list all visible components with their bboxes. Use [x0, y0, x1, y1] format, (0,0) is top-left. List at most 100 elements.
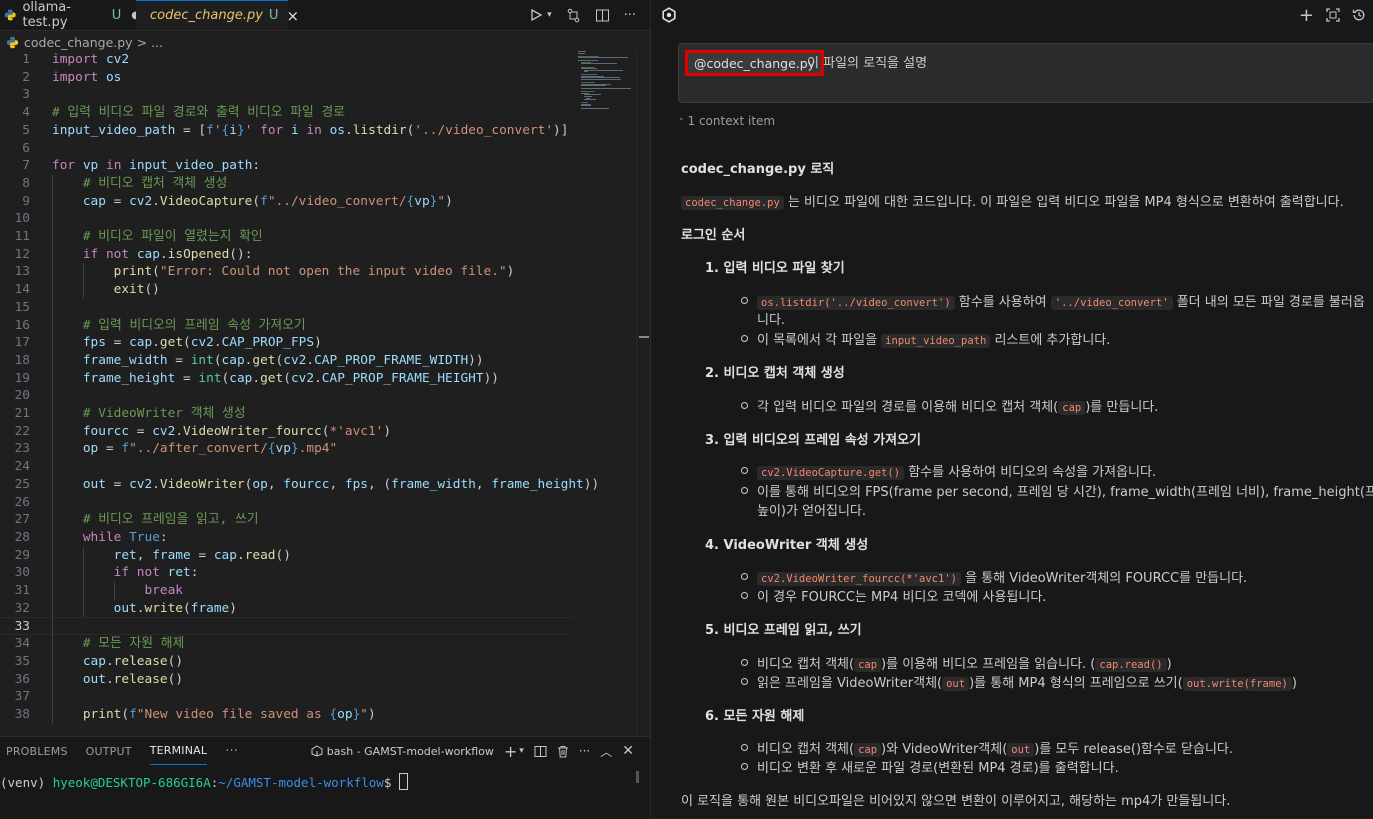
code-line[interactable]: 29 ret, frame = cap.read(): [0, 547, 572, 565]
chevron-down-icon: ˅: [679, 118, 684, 128]
breadcrumb-symbols[interactable]: ...: [151, 35, 163, 50]
code-line[interactable]: 32 out.write(frame): [0, 600, 572, 618]
code-line[interactable]: 24: [0, 458, 572, 476]
more-actions-icon[interactable]: ···: [624, 8, 636, 23]
code-line[interactable]: 4 # 입력 비디오 파일 경로와 출력 비디오 파일 경로: [0, 104, 572, 122]
code-line[interactable]: 36 out.release(): [0, 671, 572, 689]
code-line[interactable]: 26: [0, 494, 572, 512]
minimap-line: [578, 52, 585, 54]
maximize-panel-icon[interactable]: ︿: [600, 743, 612, 760]
list-item: 읽은 프레임을 VideoWriter객체(out)를 통해 MP4 형식의 프…: [741, 672, 1297, 691]
line-number: 7: [22, 158, 30, 174]
code-line[interactable]: 27 # 비디오 프레임을 읽고, 쓰기: [0, 511, 572, 529]
code-line[interactable]: 10: [0, 210, 572, 228]
tab-terminal[interactable]: TERMINAL: [149, 737, 208, 765]
chat-input-box[interactable]: @codec_change.py 이 파일의 로직을 설명: [678, 43, 1373, 103]
terminal-prompt[interactable]: (venv) hyeok@DESKTOP-686GI6A:~/GAMST-mod…: [0, 773, 408, 790]
response-intro: codec_change.py 는 비디오 파일에 대한 코드입니다. 이 파일…: [681, 191, 1344, 210]
split-editor-icon[interactable]: [595, 8, 610, 23]
list-text: )와 VideoWriter객체(: [881, 742, 1008, 757]
line-number: 1: [22, 52, 30, 67]
line-number: 30: [14, 565, 30, 581]
code-text: # 비디오 파일이 열렸는지 확인: [82, 229, 263, 244]
line-number: 10: [14, 211, 30, 227]
code-line[interactable]: 15: [0, 299, 572, 317]
inline-code: cap: [1058, 401, 1086, 415]
terminal-icon: [311, 745, 323, 757]
new-chat-icon[interactable]: +: [1299, 5, 1314, 26]
expand-icon[interactable]: [1326, 8, 1340, 22]
line-number: 11: [14, 229, 30, 244]
code-line[interactable]: 31 break: [0, 582, 572, 600]
code-line[interactable]: 35 cap.release(): [0, 653, 572, 671]
code-line[interactable]: 19 frame_height = int(cap.get(cv2.CAP_PR…: [0, 370, 572, 388]
terminal-cursor: [398, 773, 408, 790]
history-icon[interactable]: [1352, 8, 1366, 22]
code-line[interactable]: 11 # 비디오 파일이 열렸는지 확인: [0, 228, 572, 246]
code-line[interactable]: 34 # 모든 자원 해제: [0, 635, 572, 653]
split-terminal-icon[interactable]: [534, 745, 547, 758]
new-terminal-icon[interactable]: +: [504, 742, 517, 761]
code-line[interactable]: 38 print(f"New video file saved as {op}"…: [0, 706, 572, 724]
close-icon[interactable]: ×: [286, 7, 299, 25]
code-text: # 비디오 프레임을 읽고, 쓰기: [82, 512, 259, 528]
code-line[interactable]: 9 cap = cv2.VideoCapture(f"../video_conv…: [0, 193, 572, 211]
breadcrumb: codec_change.py > ...: [0, 32, 163, 52]
editor-scrollbar[interactable]: [636, 51, 651, 736]
code-text: ret, frame = cap.read(): [113, 547, 291, 563]
code-line[interactable]: 1 import cv2: [0, 51, 572, 69]
code-text: op = f"../after_convert/{vp}.mp4": [82, 441, 338, 457]
code-line[interactable]: 3: [0, 86, 572, 104]
list-item: cv2.VideoCapture.get() 함수를 사용하여 비디오의 속성을…: [741, 461, 1156, 480]
chevron-down-icon[interactable]: ▾: [547, 10, 552, 20]
code-text: cap = cv2.VideoCapture(f"../video_conver…: [82, 193, 453, 209]
list-item: 비디오 캡처 객체(cap)를 이용해 비디오 프레임을 읽습니다. (cap.…: [741, 653, 1172, 672]
code-line[interactable]: 37: [0, 688, 572, 706]
compare-changes-icon[interactable]: [566, 8, 581, 23]
file-mention-chip[interactable]: @codec_change.py: [685, 50, 825, 76]
code-line[interactable]: 13 print("Error: Could not open the inpu…: [0, 263, 572, 281]
tab-codec-change[interactable]: codec_change.py U ×: [136, 0, 299, 30]
chevron-down-icon[interactable]: ▾: [519, 746, 524, 756]
code-line[interactable]: 18 frame_width = int(cap.get(cv2.CAP_PRO…: [0, 352, 572, 370]
breadcrumb-file[interactable]: codec_change.py: [24, 35, 133, 50]
inline-code: cap: [854, 743, 882, 757]
code-line[interactable]: 6: [0, 140, 572, 158]
minimap[interactable]: [578, 51, 636, 111]
code-line[interactable]: 30 if not ret:: [0, 564, 572, 582]
panel-more-icon[interactable]: ···: [225, 737, 238, 765]
line-number: 12: [14, 246, 30, 262]
code-line[interactable]: 5 input_video_path = [f'{i}' for i in os.…: [0, 122, 572, 140]
code-line[interactable]: 7 for vp in input_video_path:: [0, 157, 572, 175]
more-actions-icon[interactable]: ···: [579, 744, 590, 758]
trash-icon[interactable]: [557, 745, 569, 758]
code-line[interactable]: 2 import os: [0, 69, 572, 87]
line-number: 27: [14, 512, 30, 528]
code-line[interactable]: 16 # 입력 비디오의 프레임 속성 가져오기: [0, 317, 572, 335]
code-line[interactable]: 33: [0, 617, 572, 636]
code-line[interactable]: 21 # VideoWriter 객체 생성: [0, 405, 572, 423]
code-line[interactable]: 28 while True:: [0, 529, 572, 547]
code-line[interactable]: 12 if not cap.isOpened():: [0, 246, 572, 264]
tab-problems[interactable]: PROBLEMS: [6, 737, 68, 765]
terminal-scrollbar[interactable]: [636, 771, 639, 783]
list-item: 비디오 변환 후 새로운 파일 경로(변환된 MP4 경로)를 출력합니다.: [741, 757, 1119, 776]
close-panel-icon[interactable]: ✕: [622, 743, 634, 759]
code-line[interactable]: 8 # 비디오 캡처 객체 생성: [0, 175, 572, 193]
code-editor[interactable]: 1 import cv2 2 import os 3 4 # 입력 비디오 파일 경로와 출…: [0, 51, 600, 736]
code-line[interactable]: 20: [0, 387, 572, 405]
tab-output[interactable]: OUTPUT: [86, 737, 132, 765]
terminal-user-host: hyeok@DESKTOP-686GI6A: [52, 775, 211, 790]
code-line[interactable]: 17 fps = cap.get(cv2.CAP_PROP_FPS): [0, 334, 572, 352]
context-items-toggle[interactable]: ˅ 1 context item: [679, 114, 775, 128]
code-line[interactable]: 25 out = cv2.VideoWriter(op, fourcc, fps…: [0, 476, 600, 494]
code-line[interactable]: 23 op = f"../after_convert/{vp}.mp4": [0, 440, 572, 458]
tab-ollama-test[interactable]: ollama-test.py U ●: [0, 0, 140, 30]
code-line[interactable]: 22 fourcc = cv2.VideoWriter_fourcc(*'avc…: [0, 423, 572, 441]
terminal-selector[interactable]: bash - GAMST-model-workflow: [311, 745, 494, 758]
list-text: )를 모두 release()함수로 닫습니다.: [1034, 742, 1233, 757]
code-line[interactable]: 14 exit(): [0, 281, 572, 299]
context-count: 1 context item: [687, 114, 776, 128]
bottom-panel: PROBLEMS OUTPUT TERMINAL ··· bash - GAMS…: [0, 736, 650, 819]
run-icon[interactable]: [529, 8, 543, 22]
